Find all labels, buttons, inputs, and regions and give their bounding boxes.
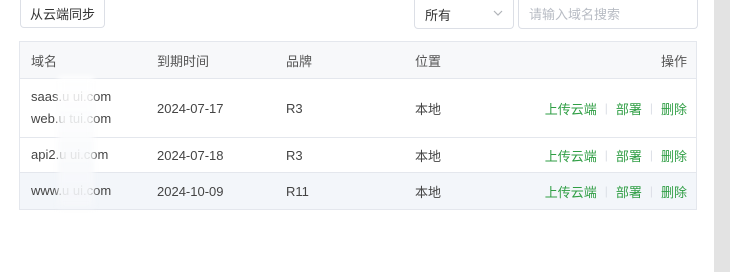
location-cell: 本地 — [415, 148, 442, 164]
divider: | — [604, 101, 608, 115]
deploy-link[interactable]: 部署 — [616, 182, 642, 201]
expire-cell: 2024-10-09 — [157, 183, 224, 199]
divider: | — [649, 101, 653, 115]
ops-cell: 上传云端 | 部署 | 删除 — [505, 146, 696, 165]
header-expire: 到期时间 — [157, 53, 210, 69]
divider: | — [604, 184, 608, 198]
location-cell: 本地 — [415, 101, 442, 117]
table-header: 域名 到期时间 品牌 位置 操作 — [20, 42, 696, 79]
chevron-down-icon — [493, 10, 503, 16]
upload-cloud-link[interactable]: 上传云端 — [545, 99, 597, 118]
ops-cell: 上传云端 | 部署 | 删除 — [505, 182, 696, 201]
header-ops: 操作 — [660, 53, 687, 69]
ops-cell: 上传云端 | 部署 | 删除 — [505, 99, 696, 118]
filter-select[interactable]: 所有 — [414, 0, 514, 29]
deploy-link[interactable]: 部署 — [616, 146, 642, 165]
header-location: 位置 — [415, 53, 442, 69]
header-brand: 品牌 — [286, 53, 313, 69]
domain-table: 域名 到期时间 品牌 位置 操作 saas.u ui.com web.u tui… — [19, 41, 697, 210]
page-margin — [0, 0, 18, 272]
expire-cell: 2024-07-18 — [157, 147, 224, 163]
redaction-blur — [58, 76, 94, 208]
delete-link[interactable]: 删除 — [661, 182, 687, 201]
upload-cloud-link[interactable]: 上传云端 — [545, 182, 597, 201]
expire-cell: 2024-07-17 — [157, 100, 224, 116]
sync-from-cloud-button[interactable]: 从云端同步 — [20, 0, 105, 28]
delete-link[interactable]: 删除 — [661, 146, 687, 165]
table-row: api2.u ui.com 2024-07-18 R3 本地 上传云端 | 部署… — [20, 138, 696, 173]
scrollbar-track[interactable] — [714, 0, 730, 272]
upload-cloud-link[interactable]: 上传云端 — [545, 146, 597, 165]
table-row: www.u ui.com 2024-10-09 R11 本地 上传云端 | 部署… — [20, 173, 696, 209]
table-row: saas.u ui.com web.u tui.com 2024-07-17 R… — [20, 79, 696, 138]
brand-cell: R3 — [286, 147, 303, 163]
divider: | — [649, 148, 653, 162]
delete-link[interactable]: 删除 — [661, 99, 687, 118]
deploy-link[interactable]: 部署 — [616, 99, 642, 118]
search-input[interactable] — [519, 0, 697, 28]
brand-cell: R11 — [286, 183, 309, 199]
header-domain: 域名 — [31, 53, 58, 69]
divider: | — [649, 184, 653, 198]
search-box — [518, 0, 698, 29]
location-cell: 本地 — [415, 184, 442, 200]
brand-cell: R3 — [286, 100, 303, 116]
divider: | — [604, 148, 608, 162]
filter-select-value: 所有 — [425, 7, 452, 23]
